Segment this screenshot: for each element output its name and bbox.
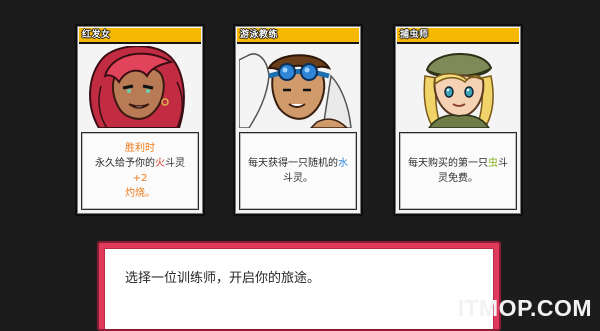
swim-coach-portrait-icon [239, 46, 357, 128]
trainer-description: 胜利时 永久给予你的火斗灵 +2 灼烧。 [81, 132, 199, 210]
card-header: 红发女 [79, 28, 201, 44]
desc-element-water: 水 [338, 158, 348, 169]
desc-text-part: 每天获得一只随机的 [248, 158, 338, 169]
bug-catcher-portrait-icon [399, 46, 517, 128]
trainer-description-text: 每天购买的第一只虫斗 灵免费。 [402, 156, 514, 186]
desc-element-bug: 虫 [488, 158, 498, 169]
trainer-description-text: 胜利时 永久给予你的火斗灵 +2 灼烧。 [82, 141, 198, 201]
trainer-description: 每天获得一只随机的水 斗灵。 [239, 132, 357, 210]
trainer-name: 游泳教练 [240, 30, 279, 40]
trainer-card-swim-coach[interactable]: 游泳教练 每天获得一只随机的水 斗灵。 [233, 24, 363, 216]
red-haired-woman-portrait-icon [81, 46, 199, 128]
desc-text-part: 斗灵 [165, 158, 185, 169]
desc-effect: 灼烧。 [125, 188, 155, 199]
desc-text-part: 每天购买的第一只 [408, 158, 488, 169]
watermark: ITMOP.COM [457, 295, 592, 321]
trainer-name: 红发女 [82, 30, 111, 40]
card-header: 捕虫师 [397, 28, 519, 44]
trainer-name: 捕虫师 [400, 30, 429, 40]
desc-text-part: 永久给予你的 [95, 158, 155, 169]
trainer-card-bug-catcher[interactable]: 捕虫师 每天购买的第一只虫斗 灵免费。 [393, 24, 523, 216]
trainer-card-red-hair[interactable]: 红发女 胜利时 永久给予你的火斗灵 +2 灼烧。 [75, 24, 205, 216]
trainer-description: 每天购买的第一只虫斗 灵免费。 [399, 132, 517, 210]
desc-text-part: 斗 [498, 158, 508, 169]
desc-element-fire: 火 [155, 158, 165, 169]
desc-bonus: +2 [132, 173, 148, 184]
dialog-box: 选择一位训练师，开启你的旅途。 [97, 241, 501, 331]
card-header: 游泳教练 [237, 28, 359, 44]
desc-condition: 胜利时 [125, 143, 155, 154]
desc-text-part: 灵免费。 [438, 173, 478, 184]
dialog-inner: 选择一位训练师，开启你的旅途。 [104, 248, 494, 329]
trainer-description-text: 每天获得一只随机的水 斗灵。 [242, 156, 354, 186]
desc-text-part: 斗灵。 [283, 173, 313, 184]
dialog-message: 选择一位训练师，开启你的旅途。 [125, 271, 321, 286]
